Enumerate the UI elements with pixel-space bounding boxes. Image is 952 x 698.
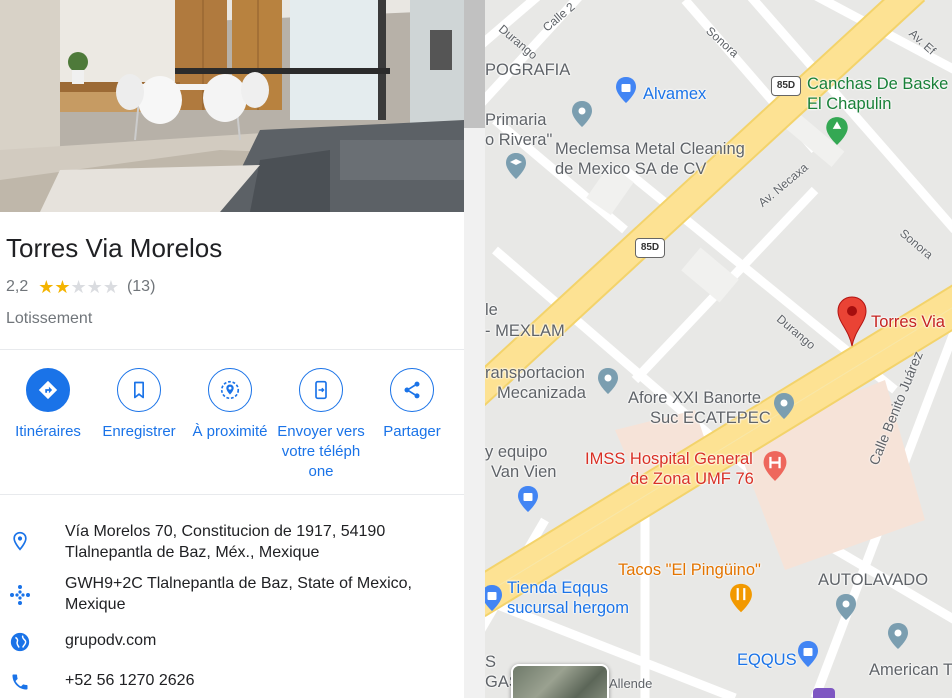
- hospital-pin-icon[interactable]: [762, 450, 788, 487]
- star-icon: ★: [54, 277, 71, 297]
- rating-value: 2,2: [6, 278, 29, 295]
- send-to-phone-label: Envoyer vers votre téléph one: [277, 423, 365, 480]
- poi-label[interactable]: Van Vien: [491, 462, 556, 482]
- scrollbar-thumb[interactable]: [464, 0, 485, 128]
- poi-label[interactable]: AUTOLAVADO: [818, 570, 928, 590]
- poi-label[interactable]: S: [485, 652, 496, 672]
- poi-label[interactable]: Alvamex: [643, 84, 706, 104]
- rating-stars: ★ ★ ★ ★ ★: [38, 278, 119, 296]
- save-label: Enregistrer: [102, 423, 176, 440]
- poi-label[interactable]: POGRAFIA: [485, 60, 570, 80]
- location-pin-icon: [8, 529, 32, 553]
- save-button[interactable]: Enregistrer: [93, 368, 185, 442]
- star-icon: ★: [102, 277, 119, 297]
- highway-shield-85d: 85D: [635, 238, 665, 258]
- star-icon: ★: [86, 277, 103, 297]
- poi-label[interactable]: Tienda Eqqus: [507, 578, 608, 598]
- directions-button[interactable]: Itinéraires: [2, 368, 94, 442]
- address-text: Vía Morelos 70, Constitucion de 1917, 54…: [65, 523, 386, 561]
- shopping-pin-icon[interactable]: [517, 485, 539, 518]
- poi-label[interactable]: Tacos "El Pingüino": [618, 560, 761, 580]
- poi-label[interactable]: - MEXLAM: [485, 321, 565, 341]
- poi-label[interactable]: El Chapulin: [807, 94, 891, 114]
- poi-label[interactable]: le: [485, 300, 498, 320]
- share-icon: [390, 368, 434, 412]
- selected-place-label[interactable]: Torres Via: [871, 312, 945, 332]
- star-icon: ★: [38, 277, 55, 297]
- share-label: Partager: [383, 423, 441, 440]
- star-icon: ★: [70, 277, 87, 297]
- divider: [0, 349, 464, 350]
- street-label: Allende: [609, 676, 653, 691]
- nearby-button[interactable]: À proximité: [184, 368, 276, 442]
- place-title: Torres Via Morelos: [6, 233, 223, 263]
- business-pin-icon[interactable]: [597, 367, 619, 400]
- poi-label[interactable]: Meclemsa Metal Cleaning: [555, 139, 745, 159]
- poi-label[interactable]: IMSS Hospital General: [585, 449, 753, 469]
- share-button[interactable]: Partager: [366, 368, 458, 442]
- phone-icon: [8, 670, 32, 694]
- poi-label[interactable]: Primaria: [485, 110, 546, 130]
- business-pin-icon[interactable]: [571, 100, 593, 133]
- place-panel: Torres Via Morelos 2,2 ★ ★ ★ ★ ★ (13) Lo…: [0, 0, 464, 698]
- map-canvas[interactable]: 85D 85D Calle 2 Durango Sonora Av. Ef Av…: [485, 0, 952, 698]
- selected-place-pin-icon[interactable]: [837, 296, 867, 353]
- divider: [0, 494, 464, 495]
- directions-icon: [26, 368, 70, 412]
- poi-label[interactable]: EQQUS: [737, 650, 797, 670]
- transit-icon: [813, 688, 835, 698]
- plus-code-icon: [8, 583, 32, 607]
- poi-label[interactable]: American T: [869, 660, 952, 680]
- address-row[interactable]: Vía Morelos 70, Constitucion de 1917, 54…: [0, 521, 464, 565]
- layers-toggle-button[interactable]: [511, 664, 609, 698]
- park-pin-icon[interactable]: [825, 116, 849, 151]
- panel-scrollbar[interactable]: [464, 0, 485, 698]
- review-count-link[interactable]: (13): [127, 278, 155, 296]
- poi-label[interactable]: Mecanizada: [497, 383, 586, 403]
- website-text: grupodv.com: [65, 632, 157, 649]
- poi-label[interactable]: de Zona UMF 76: [630, 469, 754, 489]
- poi-label[interactable]: Canchas De Baske: [807, 74, 948, 94]
- poi-label[interactable]: o Rivera": [485, 130, 552, 150]
- globe-icon: [8, 630, 32, 654]
- directions-label: Itinéraires: [15, 423, 81, 440]
- pluscode-text: GWH9+2C Tlalnepantla de Baz, State of Me…: [65, 575, 412, 613]
- poi-label[interactable]: y equipo: [485, 442, 547, 462]
- business-pin-icon[interactable]: [835, 593, 857, 626]
- shopping-pin-icon[interactable]: [615, 76, 637, 109]
- poi-label[interactable]: de Mexico SA de CV: [555, 159, 706, 179]
- business-pin-icon[interactable]: [773, 392, 795, 425]
- bookmark-icon: [117, 368, 161, 412]
- action-bar: Itinéraires Enregistrer À proximité Envo…: [0, 368, 464, 488]
- send-to-phone-button[interactable]: Envoyer vers votre téléph one: [275, 368, 367, 482]
- nearby-label: À proximité: [192, 423, 268, 440]
- website-row[interactable]: grupodv.com: [0, 630, 464, 654]
- shopping-pin-icon[interactable]: [485, 584, 503, 617]
- phone-text: +52 56 1270 2626: [65, 672, 195, 689]
- school-pin-icon[interactable]: [505, 152, 527, 185]
- place-photo[interactable]: [0, 0, 464, 212]
- place-category[interactable]: Lotissement: [6, 310, 92, 328]
- poi-label[interactable]: Suc ECATEPEC: [650, 408, 771, 428]
- rating-row: 2,2 ★ ★ ★ ★ ★ (13): [6, 278, 155, 296]
- poi-label[interactable]: ransportacion: [485, 363, 585, 383]
- business-pin-icon[interactable]: [887, 622, 909, 655]
- highway-shield-85d: 85D: [771, 76, 801, 96]
- restaurant-pin-icon[interactable]: [729, 582, 753, 619]
- phone-row[interactable]: +52 56 1270 2626: [0, 670, 464, 694]
- nearby-icon: [208, 368, 252, 412]
- poi-label[interactable]: sucursal hergom: [507, 598, 629, 618]
- poi-label[interactable]: Afore XXI Banorte: [628, 388, 761, 408]
- send-to-phone-icon: [299, 368, 343, 412]
- shopping-pin-icon[interactable]: [797, 640, 819, 673]
- pluscode-row[interactable]: GWH9+2C Tlalnepantla de Baz, State of Me…: [0, 573, 464, 617]
